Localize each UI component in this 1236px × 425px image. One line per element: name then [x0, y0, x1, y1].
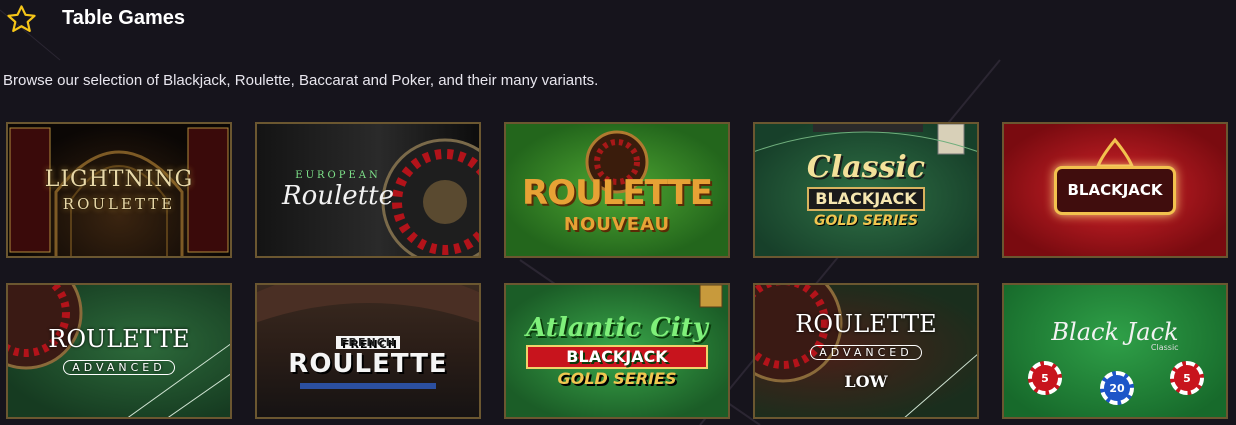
- game-title-sub: BLACKJACK: [806, 186, 926, 211]
- game-tile-blackjack-classic[interactable]: Black Jack Classic 5 20 5: [1002, 283, 1228, 419]
- chip-red: 5: [1170, 361, 1204, 395]
- section-description: Browse our selection of Blackjack, Roule…: [3, 72, 599, 89]
- game-title: ROULETTE ADVANCED LOW: [795, 312, 936, 390]
- game-title-sub: NOUVEAU: [563, 214, 671, 235]
- game-title-main: ROULETTE: [522, 173, 713, 213]
- game-title-main: ROULETTE: [288, 349, 448, 379]
- game-title: FRENCH ROULETTE: [288, 325, 447, 377]
- game-tile-classic-blackjack-gold[interactable]: Classic BLACKJACK GOLD SERIES: [753, 122, 979, 258]
- game-title: Black Jack Classic: [1051, 320, 1178, 352]
- page-title: Table Games: [62, 7, 186, 29]
- chips-row: 5 20 5: [1004, 361, 1226, 405]
- game-tile-french-roulette[interactable]: FRENCH ROULETTE: [255, 283, 481, 419]
- game-title-main: ROULETTE: [795, 310, 937, 338]
- game-title-main: Roulette: [282, 181, 394, 211]
- game-title-sub: ADVANCED: [810, 345, 922, 360]
- game-title: EUROPEAN Roulette: [282, 170, 394, 211]
- game-title: Classic BLACKJACK GOLD SERIES: [806, 149, 926, 229]
- chip-blue: 20: [1100, 371, 1134, 405]
- game-tile-roulette-advanced-low[interactable]: ROULETTE ADVANCED LOW: [753, 283, 979, 419]
- game-title: ROULETTE ADVANCED: [48, 325, 190, 375]
- game-tile-atlantic-city-blackjack-gold[interactable]: Atlantic City BLACKJACK GOLD SERIES: [504, 283, 730, 419]
- star-icon[interactable]: [5, 3, 38, 36]
- game-title-main: Classic: [806, 149, 926, 185]
- game-title-sub: ADVANCED: [63, 360, 175, 375]
- game-title-variant: LOW: [844, 372, 888, 391]
- game-title-main: ROULETTE: [48, 325, 190, 353]
- game-tile-roulette-nouveau[interactable]: ROULETTE NOUVEAU: [504, 122, 730, 258]
- game-title: LIGHTNING ROULETTE: [44, 166, 194, 213]
- game-tile-lightning-roulette[interactable]: LIGHTNING ROULETTE: [6, 122, 232, 258]
- game-title: ROULETTE NOUVEAU: [522, 173, 713, 235]
- game-title-sub: ROULETTE: [62, 194, 176, 213]
- game-title-top: FRENCH: [336, 336, 400, 349]
- game-title-main: Atlantic City: [526, 313, 708, 343]
- section-header: Table Games: [0, 0, 1236, 40]
- game-title: Atlantic City BLACKJACK GOLD SERIES: [526, 315, 708, 387]
- game-tile-roulette-advanced[interactable]: ROULETTE ADVANCED: [6, 283, 232, 419]
- games-grid: LIGHTNING ROULETTE EUROPEAN Roulette ROU…: [6, 122, 1228, 419]
- game-title-main: Black Jack: [1051, 318, 1179, 346]
- game-tile-european-roulette[interactable]: EUROPEAN Roulette: [255, 122, 481, 258]
- game-title-sub: BLACKJACK: [526, 345, 708, 369]
- chip-red: 5: [1028, 361, 1062, 395]
- game-title-series: GOLD SERIES: [557, 369, 677, 388]
- game-title-series: GOLD SERIES: [813, 212, 919, 229]
- game-title-top: EUROPEAN: [295, 170, 381, 181]
- game-title-main: LIGHTNING: [44, 166, 194, 192]
- game-title: BLACKJACK: [1054, 165, 1176, 215]
- game-tile-blackjack[interactable]: BLACKJACK: [1002, 122, 1228, 258]
